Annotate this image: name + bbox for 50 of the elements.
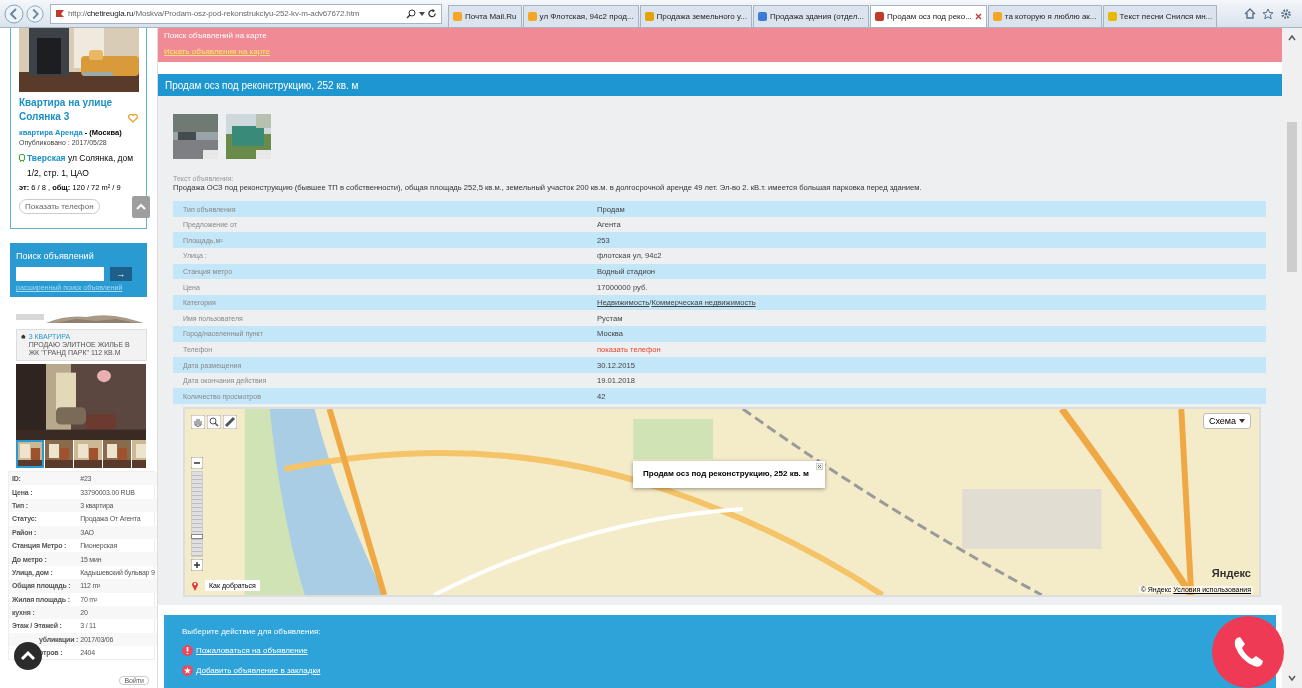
- balloon-text: Продам осз под реконструкцию, 252 кв. м: [643, 469, 809, 478]
- listing-title[interactable]: Квартира на улице Солянка 3: [19, 96, 139, 124]
- show-phone-button[interactable]: Показать телефон: [19, 199, 100, 214]
- address-text: Тверская ул Солянка, дом 1/2, стр. 1, ЦАО: [27, 152, 135, 180]
- close-icon[interactable]: [974, 13, 982, 20]
- scrollbar[interactable]: [1282, 28, 1302, 688]
- scroll-thumb[interactable]: [1287, 122, 1297, 272]
- star-icon: [182, 665, 193, 676]
- browser-tab[interactable]: та которую я люблю ак...: [987, 5, 1102, 27]
- scroll-down-icon[interactable]: [1287, 674, 1297, 682]
- ruler-icon[interactable]: [223, 415, 237, 429]
- search-button[interactable]: →: [110, 267, 132, 281]
- map-logo: Яндекс: [1211, 567, 1251, 579]
- browser-tab[interactable]: Продажа земельного у...: [639, 5, 752, 27]
- browser-tab[interactable]: ул Флотская, 94с2 прод...: [522, 5, 639, 27]
- browser-tab[interactable]: Продам осз под реко...: [870, 5, 987, 27]
- browser-tab[interactable]: Почта Mail.Ru: [448, 5, 522, 27]
- panel-title: Поиск объявлений: [16, 251, 95, 261]
- search-field[interactable]: [16, 267, 104, 281]
- panel-title: Поиск объявлений на карте: [164, 31, 268, 40]
- url-text: http://chetireugla.ru/Moskva/Prodam-osz-pod-rekonstrukciyu-252-kv-m-adv67672.htm: [68, 9, 361, 18]
- refresh-icon[interactable]: [428, 9, 437, 18]
- search-icon[interactable]: [406, 8, 416, 19]
- magnifier-icon[interactable]: [207, 415, 221, 429]
- metro-icon: [19, 154, 25, 162]
- call-button[interactable]: [1212, 616, 1284, 688]
- home-icon[interactable]: [1244, 7, 1256, 19]
- address-bar[interactable]: http://chetireugla.ru/Moskva/Prodam-osz-pod-rekonstrukciyu-252-kv-m-adv67672.htm: [50, 3, 442, 24]
- browser-tab[interactable]: Продажа здания (отдел...: [752, 5, 870, 27]
- panel-title: Выберите действие для объявления:: [182, 627, 322, 636]
- listing-title: Продам осз под реконструкцию, 252 кв. м: [165, 79, 359, 91]
- pin-icon: [191, 580, 199, 591]
- star-icon[interactable]: [1262, 7, 1274, 20]
- caret-icon: [1239, 419, 1245, 423]
- dropdown-icon[interactable]: [419, 11, 425, 16]
- map-type-button[interactable]: Схема: [1202, 413, 1251, 429]
- zoom-in-icon[interactable]: [191, 559, 203, 571]
- home-icon: [21, 333, 26, 340]
- hand-icon[interactable]: [191, 415, 205, 429]
- settings-icon[interactable]: [1280, 7, 1292, 20]
- forward-icon[interactable]: [26, 4, 44, 23]
- zoom-out-icon[interactable]: [191, 457, 203, 469]
- close-icon[interactable]: [815, 463, 823, 470]
- zoom-slider[interactable]: [191, 471, 203, 557]
- warning-icon: [182, 645, 193, 656]
- browser-tab[interactable]: Текст песни Снился мн...: [1102, 5, 1218, 27]
- scroll-up-icon[interactable]: [1287, 34, 1297, 42]
- scroll-up-button[interactable]: [14, 642, 42, 670]
- back-icon[interactable]: [4, 3, 24, 24]
- flag-icon: [55, 9, 65, 18]
